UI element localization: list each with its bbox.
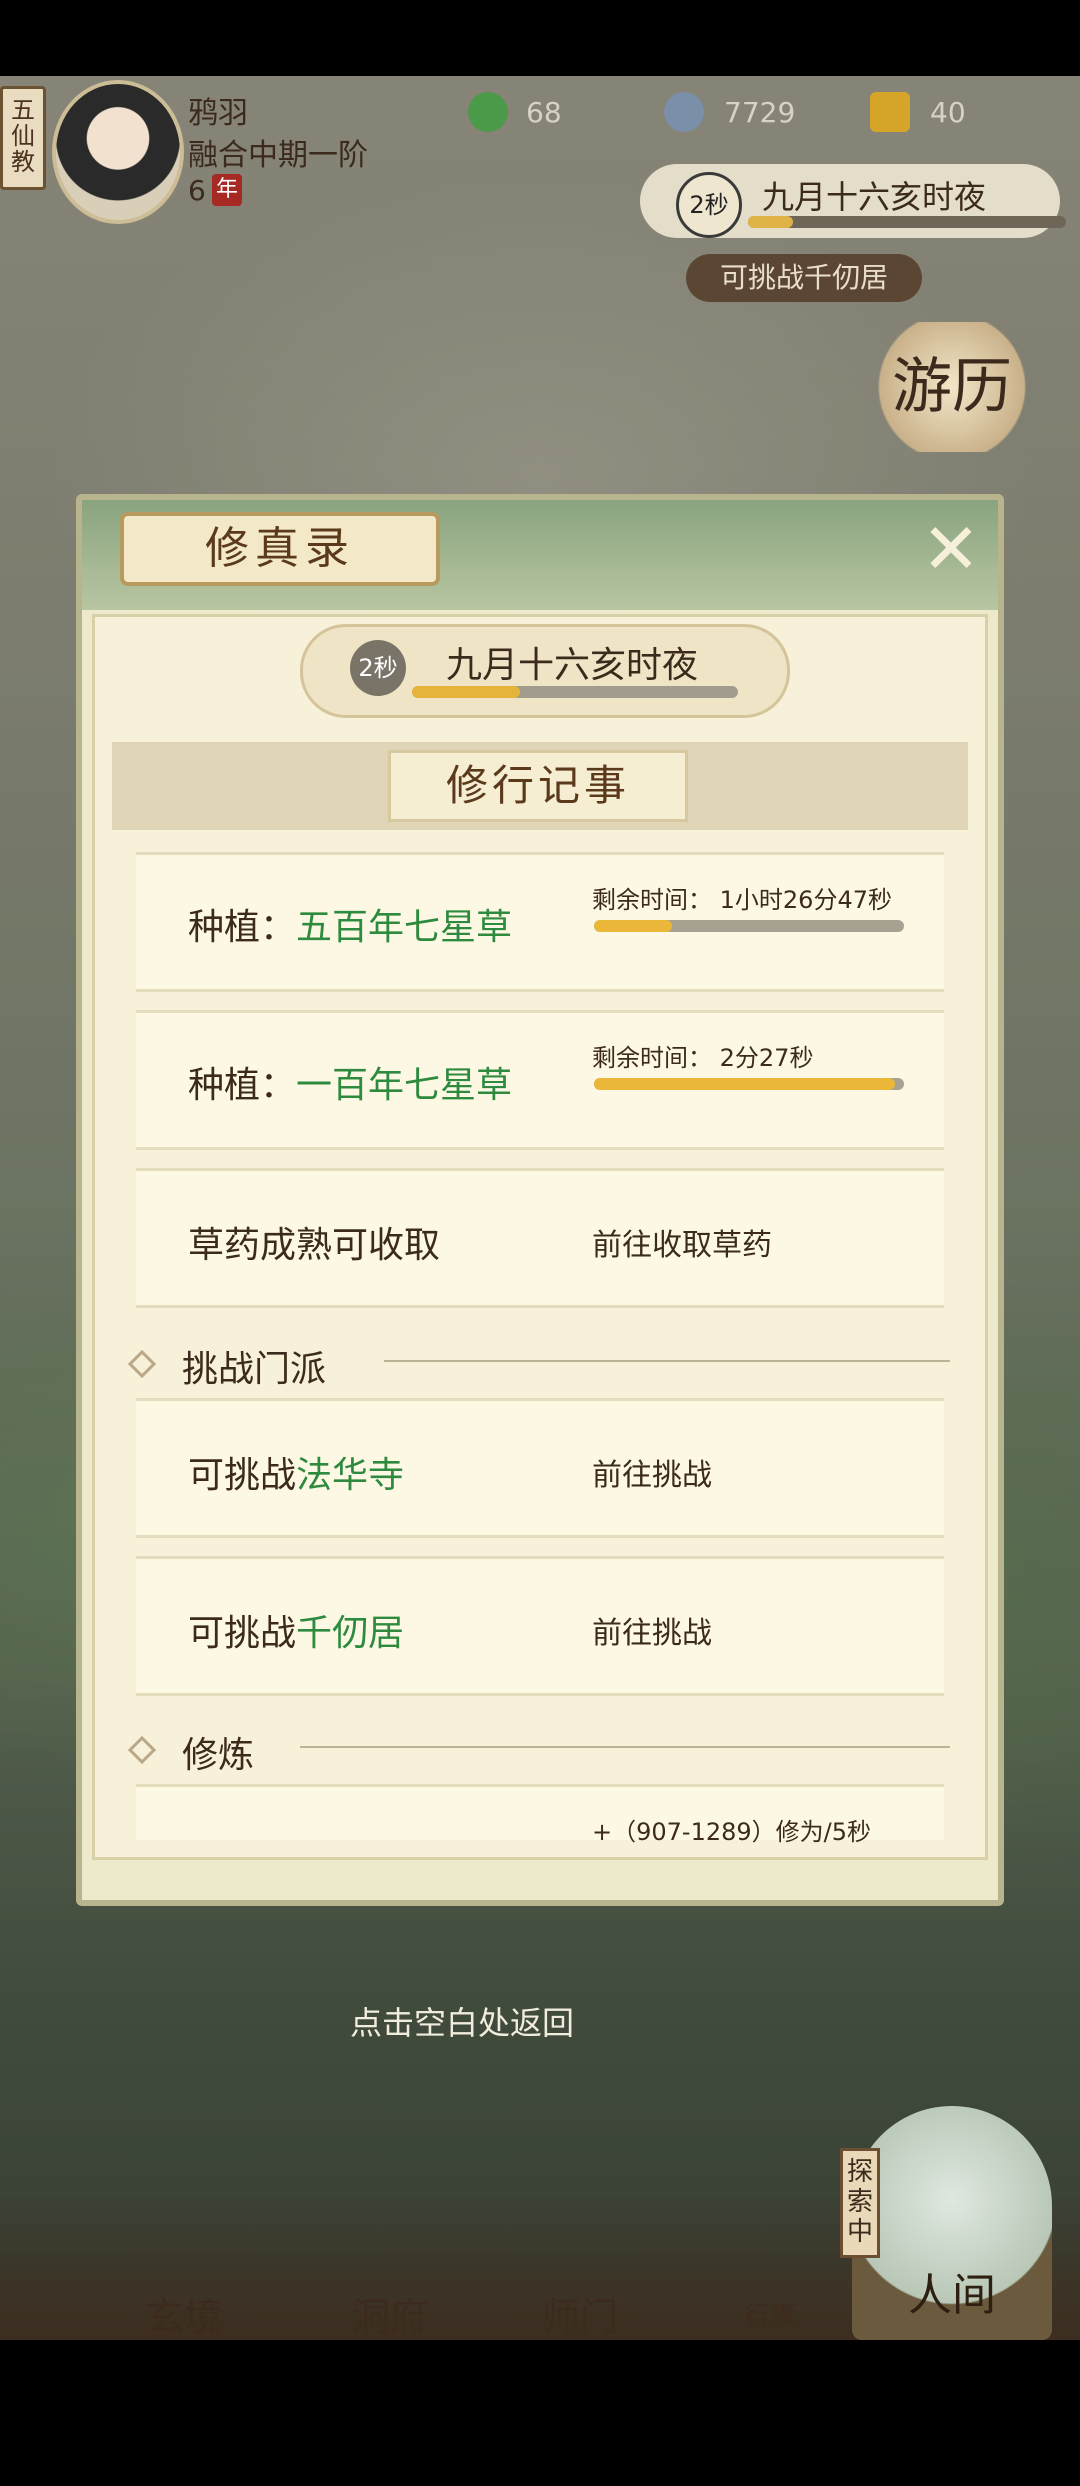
divider: [384, 1360, 950, 1362]
time-countdown: 2秒: [676, 172, 742, 238]
plant-progress-fill: [594, 920, 672, 932]
character-name: 鸦羽: [188, 96, 248, 131]
coin-icon: [664, 92, 704, 132]
age-unit-badge: 年: [212, 174, 242, 206]
time-progress-fill: [748, 216, 793, 228]
modal-time-countdown: 2秒: [350, 640, 406, 696]
tap-to-return-hint[interactable]: 点击空白处返回: [350, 1998, 574, 2044]
modal-title: 修真录: [120, 512, 440, 586]
resource-gold-value: 40: [930, 96, 966, 129]
resource-jade-value: 68: [526, 96, 562, 129]
modal-time-progress-fill: [412, 686, 520, 698]
character-realm: 融合中期一阶: [188, 138, 368, 173]
sect-name: 千仞居: [296, 1613, 405, 1654]
travel-button[interactable]: 游历: [872, 322, 1032, 452]
sect-name: 法华寺: [296, 1455, 405, 1496]
character-age: 6: [188, 174, 206, 207]
challenge-card-label: 可挑战法华寺: [188, 1455, 405, 1496]
divider: [300, 1746, 950, 1748]
nav-renjian[interactable]: 人间: [852, 2106, 1052, 2340]
plant-remaining: 剩余时间： 2分27秒: [592, 1044, 814, 1072]
nav-bag[interactable]: 行囊: [700, 2232, 840, 2340]
challenge-header: 挑战门派: [182, 1349, 327, 1390]
plant-card-label: 种植：五百年七星草: [188, 907, 513, 948]
section-title: 修行记事: [388, 750, 688, 822]
challenge-card-label: 可挑战千仞居: [188, 1613, 405, 1654]
jade-icon: [468, 92, 508, 132]
close-icon[interactable]: ✕: [918, 514, 984, 584]
resource-coin-value: 7729: [724, 96, 796, 129]
plant-name: 一百年七星草: [296, 1065, 513, 1106]
nav-xuanjing[interactable]: 玄境: [114, 2232, 254, 2340]
harvest-action[interactable]: 前往收取草药: [592, 1220, 772, 1264]
challenge-button[interactable]: 可挑战千仞居: [686, 254, 922, 302]
avatar[interactable]: [52, 80, 184, 224]
time-progress-track: [748, 216, 1066, 228]
plant-remaining: 剩余时间： 1小时26分47秒: [592, 886, 892, 914]
challenge-action[interactable]: 前往挑战: [592, 1608, 712, 1652]
gold-statue-icon: [870, 92, 910, 132]
plant-progress-fill: [594, 1078, 895, 1090]
exploring-tag: 探索中: [840, 2148, 880, 2258]
train-header: 修炼: [182, 1735, 255, 1776]
nav-dongfu[interactable]: 洞府: [320, 2232, 460, 2340]
modal-time-text: 九月十六亥时夜: [446, 645, 699, 686]
plant-name: 五百年七星草: [296, 907, 513, 948]
harvest-label: 草药成熟可收取: [188, 1225, 441, 1266]
plant-card-label: 种植：一百年七星草: [188, 1065, 513, 1106]
train-rate: +（907-1289）修为/5秒: [592, 1818, 872, 1846]
challenge-action[interactable]: 前往挑战: [592, 1450, 712, 1494]
time-text: 九月十六亥时夜: [762, 178, 987, 216]
sect-tag[interactable]: 五仙教: [0, 86, 46, 190]
nav-shimen[interactable]: 师门: [510, 2232, 650, 2340]
